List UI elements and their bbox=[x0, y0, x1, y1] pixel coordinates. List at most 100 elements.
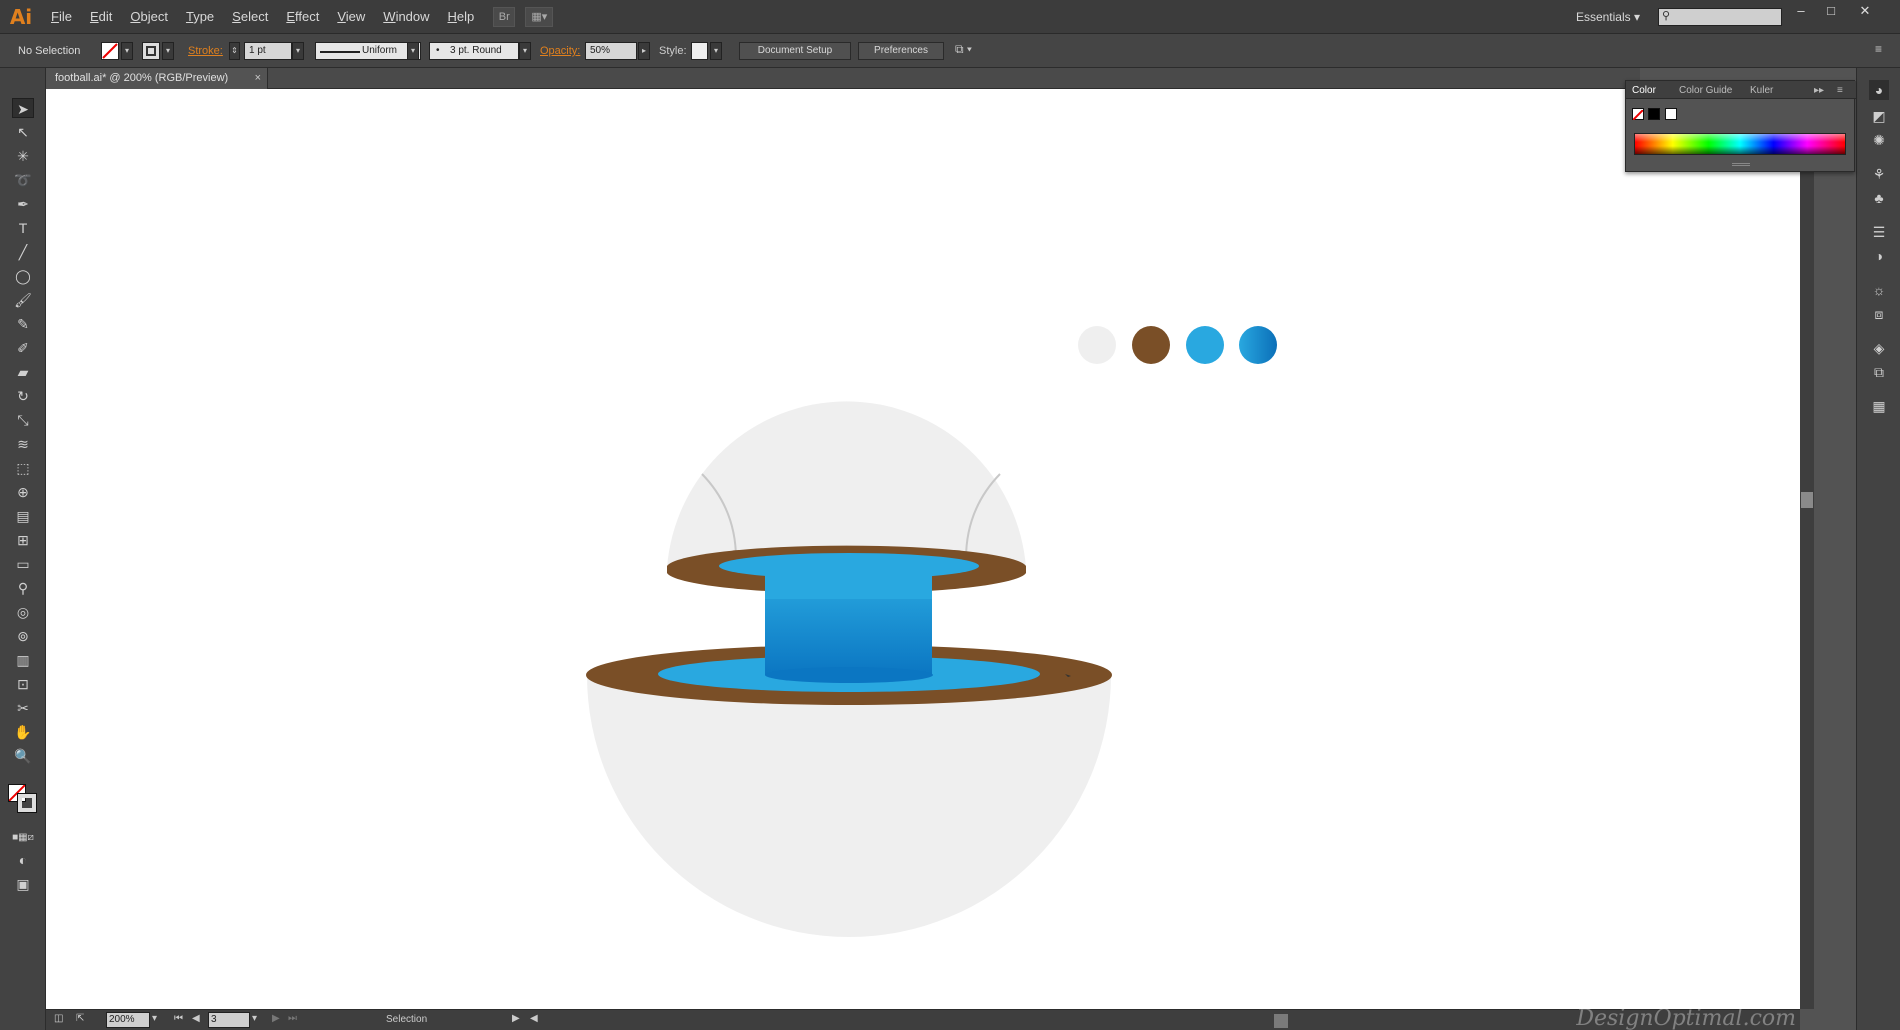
close-tab-icon[interactable]: × bbox=[255, 68, 261, 89]
opacity-label[interactable]: Opacity: bbox=[540, 45, 580, 57]
mesh-tool-icon[interactable]: ⊞ bbox=[12, 530, 34, 550]
workspace-switcher[interactable]: Essentials ▾ bbox=[1576, 10, 1640, 24]
swatch-dot-blue[interactable] bbox=[1186, 326, 1224, 364]
paintbrush-tool-icon[interactable]: 🖌 bbox=[12, 290, 34, 310]
vertical-scrollbar[interactable] bbox=[1800, 89, 1814, 1009]
ellipse-tool-icon[interactable]: ◯ bbox=[12, 266, 34, 286]
screen-mode-icon[interactable]: ▣ bbox=[12, 874, 34, 894]
brush-definition[interactable]: • 3 pt. Round bbox=[429, 42, 519, 60]
opacity-slider-toggle[interactable]: ▸ bbox=[638, 42, 650, 60]
style-dropdown[interactable]: ▾ bbox=[710, 42, 722, 60]
kuler-icon[interactable]: ✺ bbox=[1869, 130, 1889, 150]
shape-builder-tool-icon[interactable]: ⊕ bbox=[12, 482, 34, 502]
swatches-grid-icon[interactable]: ▦ bbox=[1869, 396, 1889, 416]
pencil-tool-icon[interactable]: ✎ bbox=[12, 314, 34, 334]
profile-dropdown[interactable]: ▾ bbox=[407, 42, 419, 60]
stroke-swatch[interactable] bbox=[142, 42, 160, 60]
last-artboard-icon[interactable]: ⏭ bbox=[288, 1013, 297, 1024]
style-swatch[interactable] bbox=[691, 42, 708, 60]
stroke-dropdown[interactable]: ▾ bbox=[162, 42, 174, 60]
arrange-icon[interactable]: ⧉ ▾ bbox=[955, 42, 972, 57]
arrange-documents-icon[interactable]: ▦▾ bbox=[525, 6, 554, 27]
next-artboard-icon[interactable]: ▶ bbox=[272, 1013, 280, 1024]
preferences-button[interactable]: Preferences bbox=[858, 42, 944, 60]
layers-icon[interactable]: ◈ bbox=[1869, 338, 1889, 358]
panel-resize-handle[interactable] bbox=[1732, 163, 1750, 166]
menu-object[interactable]: Object bbox=[121, 9, 177, 24]
color-spectrum[interactable] bbox=[1634, 133, 1846, 155]
zoom-dropdown[interactable]: ▾ bbox=[152, 1013, 157, 1024]
minimize-button[interactable]: – bbox=[1788, 2, 1814, 20]
gradient-panel-icon[interactable]: ◑ bbox=[1869, 246, 1889, 266]
warp-tool-icon[interactable]: ≋ bbox=[12, 434, 34, 454]
fill-stroke-widget[interactable] bbox=[8, 784, 38, 814]
vertical-scroll-thumb[interactable] bbox=[1801, 492, 1813, 508]
variable-width-profile[interactable]: Uniform bbox=[315, 42, 421, 60]
scale-tool-icon[interactable]: ⤡ bbox=[12, 410, 34, 430]
hand-tool-icon[interactable]: ✋ bbox=[12, 722, 34, 742]
stroke-stepper[interactable]: ⇕ bbox=[229, 42, 240, 60]
artboard-dropdown[interactable]: ▾ bbox=[252, 1013, 257, 1024]
perspective-grid-tool-icon[interactable]: ▤ bbox=[12, 506, 34, 526]
stroke-weight-dropdown[interactable]: ▾ bbox=[292, 42, 304, 60]
artboard-canvas[interactable] bbox=[46, 89, 1800, 1009]
document-setup-button[interactable]: Document Setup bbox=[739, 42, 851, 60]
gradient-tool-icon[interactable]: ▭ bbox=[12, 554, 34, 574]
close-button[interactable]: ✕ bbox=[1852, 2, 1878, 20]
swatch-dot-brown[interactable] bbox=[1132, 326, 1170, 364]
slice-tool-icon[interactable]: ✂ bbox=[12, 698, 34, 718]
none-swatch-icon[interactable] bbox=[1632, 108, 1644, 121]
eraser-tool-icon[interactable]: ▰ bbox=[12, 362, 34, 382]
color-mode-icons[interactable]: ■▦⧄ bbox=[12, 828, 34, 848]
menu-help[interactable]: Help bbox=[439, 9, 484, 24]
maximize-button[interactable]: □ bbox=[1818, 2, 1844, 20]
stroke-panel-icon[interactable]: ☰ bbox=[1869, 222, 1889, 242]
menu-type[interactable]: Type bbox=[177, 9, 223, 24]
artboard-field[interactable]: 3 bbox=[208, 1012, 250, 1028]
tab-color-guide[interactable]: Color Guide bbox=[1679, 85, 1732, 96]
black-swatch[interactable] bbox=[1648, 108, 1661, 120]
menu-edit[interactable]: Edit bbox=[81, 9, 121, 24]
opacity-field[interactable]: 50% bbox=[585, 42, 637, 60]
column-graph-tool-icon[interactable]: ▥ bbox=[12, 650, 34, 670]
first-artboard-icon[interactable]: ⏮ bbox=[174, 1013, 183, 1024]
menu-effect[interactable]: Effect bbox=[277, 9, 328, 24]
rotate-tool-icon[interactable]: ↻ bbox=[12, 386, 34, 406]
menu-window[interactable]: Window bbox=[374, 9, 438, 24]
magic-wand-tool-icon[interactable]: ✳ bbox=[12, 146, 34, 166]
tab-color[interactable]: Color bbox=[1632, 85, 1656, 96]
search-input[interactable]: ⚲ bbox=[1658, 8, 1782, 26]
menu-file[interactable]: File bbox=[42, 9, 81, 24]
white-swatch[interactable] bbox=[1664, 108, 1677, 120]
lasso-tool-icon[interactable]: ➰ bbox=[12, 170, 34, 190]
selection-tool-icon[interactable]: ➤ bbox=[12, 98, 34, 118]
upper-dome[interactable] bbox=[667, 401, 1026, 568]
share-icon[interactable]: ⇱ bbox=[76, 1013, 84, 1024]
swatch-dot-gradient[interactable] bbox=[1239, 326, 1277, 364]
fill-swatch[interactable] bbox=[101, 42, 119, 60]
scroll-left-arrow[interactable]: ◀ bbox=[530, 1013, 538, 1024]
document-tab[interactable]: football.ai* @ 200% (RGB/Preview) × bbox=[46, 68, 268, 89]
zoom-tool-icon[interactable]: 🔍 bbox=[12, 746, 34, 766]
blob-brush-tool-icon[interactable]: ✐ bbox=[12, 338, 34, 358]
brush-dropdown[interactable]: ▾ bbox=[519, 42, 531, 60]
tab-kuler[interactable]: Kuler bbox=[1750, 85, 1773, 96]
artboards-icon[interactable]: ⧉ bbox=[1869, 362, 1889, 382]
appearance-icon[interactable]: ☼ bbox=[1869, 280, 1889, 300]
lower-dome[interactable] bbox=[587, 675, 1111, 937]
graphic-styles-icon[interactable]: ⧈ bbox=[1869, 304, 1889, 324]
collapse-panel-icon[interactable]: ▸▸ bbox=[1814, 85, 1824, 96]
blend-tool-icon[interactable]: ◎ bbox=[12, 602, 34, 622]
eyedropper-tool-icon[interactable]: ⚲ bbox=[12, 578, 34, 598]
zoom-field[interactable]: 200% bbox=[106, 1012, 150, 1028]
direct-selection-tool-icon[interactable]: ↖ bbox=[12, 122, 34, 142]
color-panel-icon[interactable]: ◕ bbox=[1869, 80, 1889, 100]
brushes-icon[interactable]: ⚘ bbox=[1869, 164, 1889, 184]
menu-select[interactable]: Select bbox=[223, 9, 277, 24]
camera-icon[interactable]: ◫ bbox=[54, 1013, 63, 1024]
color-guide-icon[interactable]: ◩ bbox=[1869, 106, 1889, 126]
control-bar-menu-icon[interactable]: ≡ bbox=[1875, 42, 1882, 56]
free-transform-tool-icon[interactable]: ⬚ bbox=[12, 458, 34, 478]
swatch-dot-light-gray[interactable] bbox=[1078, 326, 1116, 364]
line-tool-icon[interactable]: ╱ bbox=[12, 242, 34, 262]
